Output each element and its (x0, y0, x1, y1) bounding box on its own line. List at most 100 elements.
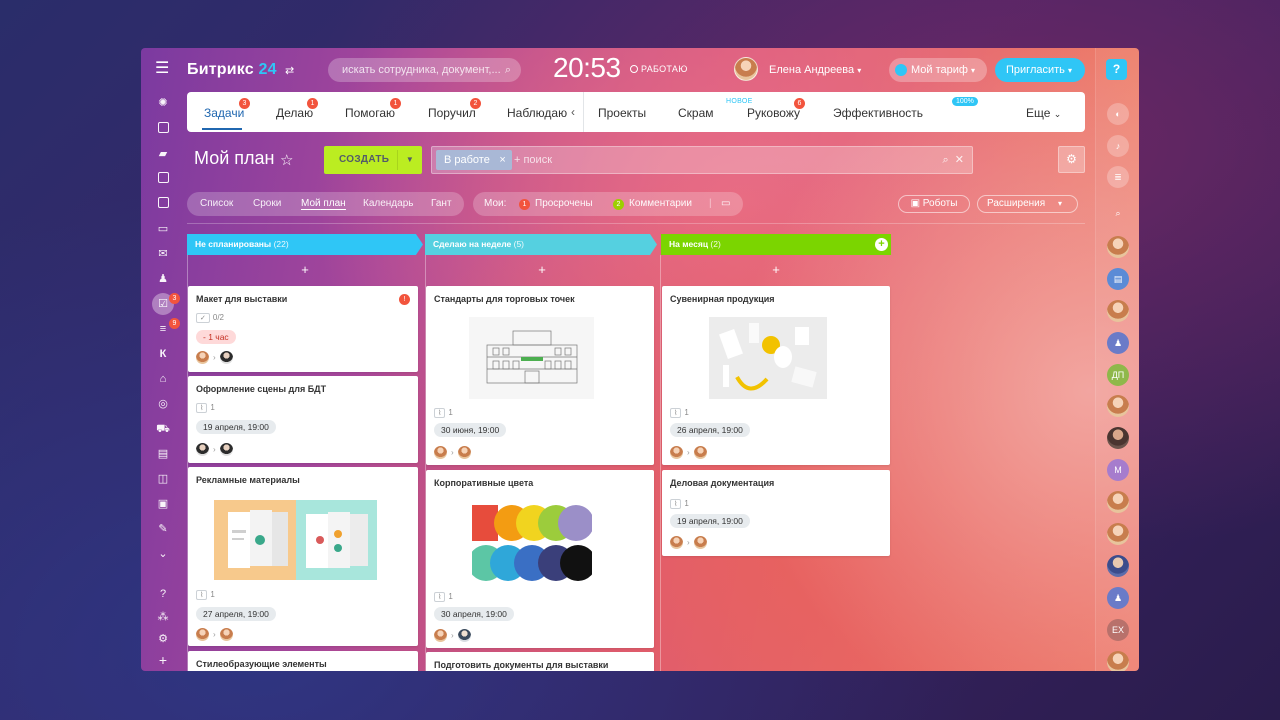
feed-icon[interactable]: ✺ (156, 96, 170, 110)
avatar[interactable] (670, 536, 683, 550)
contact-avatar[interactable] (1107, 491, 1129, 513)
column-header-unplanned[interactable]: Не спланированы (22) (187, 234, 423, 255)
inbox-icon[interactable] (158, 122, 169, 133)
filter-chip[interactable]: В работе × (436, 150, 512, 170)
tab-assigned[interactable]: Поручил (428, 106, 476, 120)
card-deadline[interactable]: - 1 час (196, 330, 236, 344)
tab-helping[interactable]: Помогаю (345, 106, 395, 120)
contact-initials[interactable]: EX (1107, 619, 1129, 641)
groups-icon[interactable]: ♟ (156, 272, 170, 286)
avatar[interactable] (196, 351, 209, 365)
logo-settings-icon[interactable]: ⇄ (285, 64, 294, 77)
contact-avatar[interactable] (1107, 395, 1129, 417)
avatar[interactable] (670, 446, 683, 460)
contact-initials[interactable]: М (1107, 459, 1129, 481)
avatar[interactable] (196, 443, 209, 457)
card-date[interactable]: 30 июня, 19:00 (434, 423, 507, 437)
task-card[interactable]: Оформление сцены для БДТ ⌇ 1 19 апреля, 1… (188, 376, 418, 463)
user-avatar[interactable] (734, 57, 758, 81)
add-column-icon[interactable]: + (875, 238, 888, 251)
tab-managing[interactable]: Руковожу (747, 106, 800, 120)
card-image[interactable] (214, 500, 296, 580)
avatar[interactable] (457, 446, 471, 460)
contacts-icon[interactable]: ▤ (156, 447, 170, 461)
mail-icon[interactable]: ✉ (156, 247, 170, 261)
contact-avatar[interactable] (1107, 300, 1129, 322)
menu-icon[interactable]: ☰ (155, 61, 171, 77)
invite-button[interactable]: Пригласить ▾ (995, 58, 1085, 82)
view-my-plan[interactable]: Мой план (301, 198, 346, 210)
tariff-button[interactable]: Мой тариф ▾ (889, 58, 987, 82)
column-header-this-week[interactable]: Сделаю на неделе (5) (425, 234, 657, 255)
view-list[interactable]: Список (200, 198, 233, 209)
box-icon[interactable]: ▣ (156, 497, 170, 511)
create-button[interactable]: СОЗДАТЬ ▼ (324, 146, 422, 174)
avatar[interactable] (693, 446, 707, 460)
target-icon[interactable]: ◎ (156, 397, 170, 411)
view-gantt[interactable]: Гант (431, 198, 452, 209)
contact-avatar[interactable] (1107, 651, 1129, 671)
card-date[interactable]: 19 апреля, 19:00 (196, 420, 276, 434)
add-icon[interactable]: + (156, 653, 170, 667)
filter-search[interactable]: В работе × + поиск ⌕ ✕ (431, 146, 973, 174)
filter-icon[interactable]: ≡ (156, 322, 170, 336)
avatar[interactable] (196, 628, 209, 642)
search-icon[interactable]: ⌕ (942, 154, 948, 166)
tab-tasks[interactable]: Задачи (204, 106, 244, 120)
open-lines-icon[interactable]: ◐ (1107, 103, 1129, 125)
user-menu[interactable]: Елена Андреева ▾ (769, 64, 861, 76)
overdue-filter[interactable]: Просрочены (535, 198, 593, 209)
avatar[interactable] (219, 351, 233, 365)
cart-icon[interactable]: ⛟ (156, 422, 170, 436)
structure-icon[interactable]: ⁂ (156, 610, 170, 624)
drive-icon[interactable]: ▭ (156, 222, 170, 236)
avatar[interactable] (434, 629, 447, 643)
star-icon[interactable]: ☆ (280, 151, 293, 169)
avatar[interactable] (457, 629, 471, 643)
chevron-left-icon[interactable]: ‹ (571, 105, 575, 119)
group-chat-icon[interactable]: ♟ (1107, 332, 1129, 354)
task-card[interactable]: Корпоративные цвета ⌇ 1 30 апреля, 19:00 … (426, 470, 654, 648)
card-date[interactable]: 27 апреля, 19:00 (196, 607, 276, 621)
task-card[interactable]: Деловая документация ⌇ 1 19 апреля, 19:00… (662, 470, 890, 556)
tab-scrum[interactable]: Скрам (678, 106, 714, 120)
logo[interactable]: Битрикс 24 (187, 61, 277, 79)
card-date[interactable]: 19 апреля, 19:00 (670, 514, 750, 528)
robot-icon[interactable]: ◫ (156, 472, 170, 486)
close-icon[interactable]: × (499, 150, 505, 170)
help-circle-icon[interactable]: ? (156, 587, 170, 601)
tab-watching[interactable]: Наблюдаю (507, 106, 567, 120)
tab-more[interactable]: Еще ⌄ (1026, 106, 1061, 120)
column-add-button[interactable]: + (522, 262, 562, 277)
task-card[interactable]: Стилеобразующие элементы (188, 651, 418, 671)
chat-icon[interactable]: ▰ (156, 147, 170, 161)
tasks-icon[interactable]: ☑ (156, 297, 170, 311)
card-image[interactable] (469, 317, 594, 399)
tab-doing[interactable]: Делаю (276, 106, 313, 120)
calendar-icon[interactable] (158, 172, 169, 183)
help-button[interactable]: ? (1106, 59, 1127, 80)
avatar[interactable] (219, 628, 233, 642)
read-all-icon[interactable]: ▭ (721, 198, 730, 209)
tab-projects[interactable]: Проекты (598, 106, 646, 120)
contact-initials[interactable]: ДП (1107, 364, 1129, 386)
card-image[interactable] (468, 501, 596, 585)
chevron-down-icon[interactable]: ⌄ (156, 547, 170, 561)
task-card[interactable]: Сувенирная продукция ⌇ 1 26 апреля, 19:00… (662, 286, 890, 465)
view-deadlines[interactable]: Сроки (253, 198, 281, 209)
column-add-button[interactable]: + (285, 262, 325, 277)
task-card[interactable]: Рекламные материалы ⌇ 1 27 апреля, 19:00 … (188, 467, 418, 646)
avatar[interactable] (219, 443, 233, 457)
close-icon[interactable]: ✕ (955, 154, 964, 166)
document-icon[interactable] (158, 197, 169, 208)
building-icon[interactable]: ⌂ (156, 372, 170, 386)
task-card[interactable]: Макет для выставки ! ✓ 0/2 - 1 час › (188, 286, 418, 372)
contact-avatar[interactable] (1107, 236, 1129, 258)
pen-icon[interactable]: ✎ (156, 522, 170, 536)
k-icon[interactable]: К (156, 347, 170, 361)
search-icon[interactable]: ⌕ (505, 58, 511, 82)
group-chat-icon[interactable]: ▤ (1107, 268, 1129, 290)
search-input[interactable]: искать сотрудника, документ,... ⌕ (328, 58, 521, 82)
contact-avatar[interactable] (1107, 427, 1129, 449)
tab-efficiency[interactable]: Эффективность (833, 106, 923, 120)
